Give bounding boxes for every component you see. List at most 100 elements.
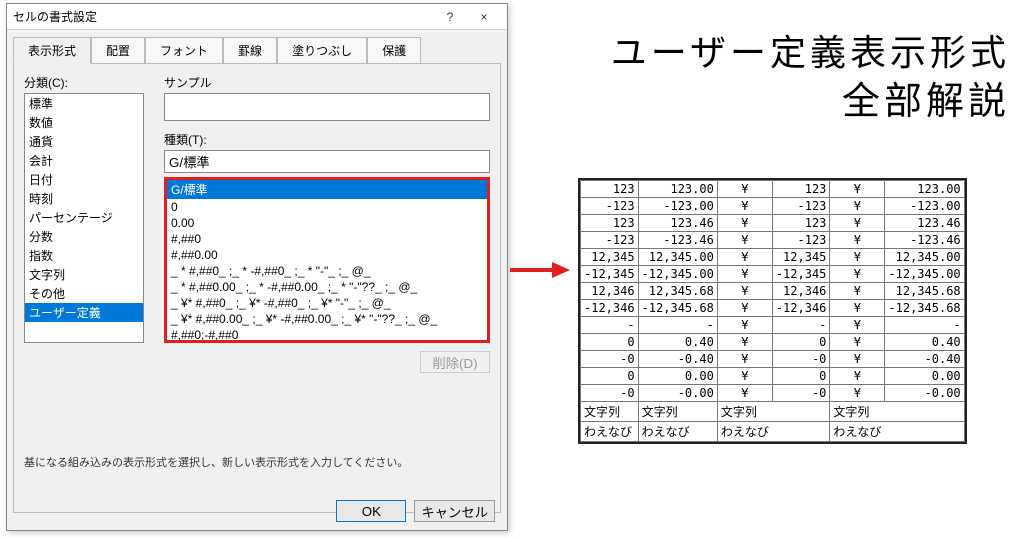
- tab-4[interactable]: 塗りつぶし: [277, 37, 367, 64]
- yen-cell: ¥: [830, 232, 885, 249]
- type-item[interactable]: _ * #,##0_ ;_ * -#,##0_ ;_ * "-"_ ;_ @_: [167, 263, 487, 279]
- cell: 0: [581, 334, 639, 351]
- cell: -123.00: [885, 198, 964, 215]
- yen-cell: ¥: [717, 215, 772, 232]
- close-icon[interactable]: ×: [467, 7, 501, 27]
- cell: 12,346: [772, 283, 830, 300]
- page-heading: ユーザー定義表示形式 全部解説: [560, 30, 1010, 127]
- cell: 0.00: [638, 368, 717, 385]
- category-item[interactable]: 指数: [25, 246, 143, 265]
- yen-cell: ¥: [717, 351, 772, 368]
- cell: 文字列: [581, 402, 639, 422]
- cell: 123: [581, 215, 639, 232]
- type-input[interactable]: [164, 150, 490, 173]
- cell: -12,345.00: [638, 266, 717, 283]
- cell: -123: [581, 198, 639, 215]
- type-item[interactable]: 0: [167, 199, 487, 215]
- cell: 12,345.00: [638, 249, 717, 266]
- cell: 123.00: [638, 181, 717, 198]
- yen-cell: ¥: [830, 266, 885, 283]
- cell: -: [772, 317, 830, 334]
- cell: 123.46: [885, 215, 964, 232]
- yen-cell: ¥: [830, 283, 885, 300]
- delete-button: 削除(D): [420, 351, 490, 373]
- yen-cell: ¥: [717, 385, 772, 402]
- tab-5[interactable]: 保護: [367, 37, 421, 64]
- cell: -123: [772, 198, 830, 215]
- category-item[interactable]: 分数: [25, 227, 143, 246]
- cell: -0.00: [638, 385, 717, 402]
- tab-3[interactable]: 罫線: [223, 37, 277, 64]
- yen-cell: ¥: [717, 283, 772, 300]
- yen-cell: ¥: [830, 249, 885, 266]
- type-item[interactable]: _ ¥* #,##0.00_ ;_ ¥* -#,##0.00_ ;_ ¥* "-…: [167, 311, 487, 327]
- cell: わえなび: [830, 422, 964, 442]
- category-item[interactable]: 標準: [25, 94, 143, 113]
- yen-cell: ¥: [830, 334, 885, 351]
- cell: -0: [581, 351, 639, 368]
- yen-cell: ¥: [717, 249, 772, 266]
- titlebar: セルの書式設定 ? ×: [7, 4, 507, 30]
- category-item[interactable]: 日付: [25, 170, 143, 189]
- cell: 123.00: [885, 181, 964, 198]
- number-panel: 分類(C): 標準数値通貨会計日付時刻パーセンテージ分数指数文字列その他ユーザー…: [13, 63, 501, 513]
- yen-cell: ¥: [830, 215, 885, 232]
- cancel-button[interactable]: キャンセル: [414, 500, 495, 522]
- cell: 12,345.68: [638, 283, 717, 300]
- sample-box: [164, 93, 490, 121]
- category-item[interactable]: 通貨: [25, 132, 143, 151]
- tab-2[interactable]: フォント: [145, 37, 223, 64]
- cell: 0.00: [885, 368, 964, 385]
- type-item[interactable]: _ ¥* #,##0_ ;_ ¥* -#,##0_ ;_ ¥* "-"_ ;_ …: [167, 295, 487, 311]
- type-list[interactable]: G/標準00.00#,##0#,##0.00_ * #,##0_ ;_ * -#…: [167, 180, 487, 340]
- yen-cell: ¥: [717, 181, 772, 198]
- cell: -12,345: [772, 266, 830, 283]
- type-list-highlight: G/標準00.00#,##0#,##0.00_ * #,##0_ ;_ * -#…: [164, 177, 490, 343]
- yen-cell: ¥: [830, 351, 885, 368]
- yen-cell: ¥: [717, 300, 772, 317]
- cell: -12,346: [581, 300, 639, 317]
- cell: -12,345.68: [885, 300, 964, 317]
- cell: -12,346: [772, 300, 830, 317]
- type-item[interactable]: G/標準: [167, 180, 487, 199]
- tab-1[interactable]: 配置: [91, 37, 145, 64]
- cell: -12,345.00: [885, 266, 964, 283]
- cell: -123.46: [885, 232, 964, 249]
- arrow-icon: [510, 260, 570, 280]
- cell: わえなび: [638, 422, 717, 442]
- category-item[interactable]: 時刻: [25, 189, 143, 208]
- cell: 0: [772, 368, 830, 385]
- cell: -123: [772, 232, 830, 249]
- category-item[interactable]: 数値: [25, 113, 143, 132]
- type-item[interactable]: 0.00: [167, 215, 487, 231]
- cell: 12,345: [772, 249, 830, 266]
- cell: 12,345: [581, 249, 639, 266]
- ok-button[interactable]: OK: [336, 500, 406, 522]
- yen-cell: ¥: [717, 368, 772, 385]
- yen-cell: ¥: [830, 385, 885, 402]
- type-item[interactable]: #,##0.00: [167, 247, 487, 263]
- yen-cell: ¥: [717, 198, 772, 215]
- type-item[interactable]: #,##0: [167, 231, 487, 247]
- dialog-title: セルの書式設定: [13, 8, 433, 25]
- cell: -12,345: [581, 266, 639, 283]
- yen-cell: ¥: [717, 266, 772, 283]
- category-item[interactable]: その他: [25, 284, 143, 303]
- category-item[interactable]: パーセンテージ: [25, 208, 143, 227]
- tab-0[interactable]: 表示形式: [13, 37, 91, 64]
- cell: 文字列: [717, 402, 830, 422]
- category-item[interactable]: ユーザー定義: [25, 303, 143, 322]
- type-item[interactable]: _ * #,##0.00_ ;_ * -#,##0.00_ ;_ * "-"??…: [167, 279, 487, 295]
- category-item[interactable]: 会計: [25, 151, 143, 170]
- cell: 12,346: [581, 283, 639, 300]
- help-icon[interactable]: ?: [433, 7, 467, 27]
- cell: -12,345.68: [638, 300, 717, 317]
- sample-label: サンプル: [164, 74, 490, 91]
- type-item[interactable]: #,##0;-#,##0: [167, 327, 487, 340]
- category-item[interactable]: 文字列: [25, 265, 143, 284]
- cell: -0: [581, 385, 639, 402]
- category-list[interactable]: 標準数値通貨会計日付時刻パーセンテージ分数指数文字列その他ユーザー定義: [24, 93, 144, 343]
- cell: -0.00: [885, 385, 964, 402]
- yen-cell: ¥: [830, 368, 885, 385]
- yen-cell: ¥: [830, 317, 885, 334]
